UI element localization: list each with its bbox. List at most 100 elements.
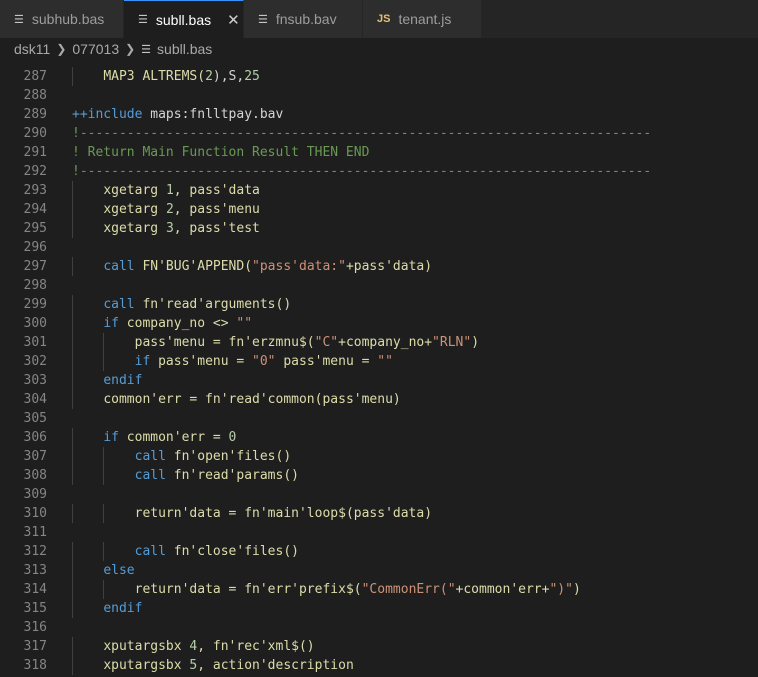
code-line[interactable]: 316 (0, 618, 758, 637)
code-line[interactable]: 297 call FN'BUG'APPEND("pass'data:"+pass… (0, 257, 758, 276)
code-token: , action'description (197, 658, 354, 673)
code-text: call fn'read'arguments() (47, 295, 758, 314)
code-token: , pass'data (173, 183, 260, 198)
code-line[interactable]: 300 if company_no <> "" (0, 314, 758, 333)
code-token: endif (103, 373, 143, 388)
code-line[interactable]: 310 return'data = fn'main'loop$(pass'dat… (0, 504, 758, 523)
code-line[interactable]: 293 xgetarg 1, pass'data (0, 181, 758, 200)
code-token: 0 (228, 430, 237, 445)
code-line[interactable]: 307 call fn'open'files() (0, 447, 758, 466)
close-icon[interactable]: ✕ (227, 11, 240, 29)
code-token: "C" (314, 335, 339, 350)
code-line[interactable]: 314 return'data = fn'err'prefix$("Common… (0, 580, 758, 599)
code-token: maps:fnlltpay.bav (142, 107, 284, 122)
code-token: 2 (165, 202, 174, 217)
chevron-right-icon: ❯ (56, 42, 67, 56)
code-line[interactable]: 287 MAP3 ALTREMS(2),S,25 (0, 67, 758, 86)
code-line[interactable]: 318 xputargsbx 5, action'description (0, 656, 758, 675)
code-token: call (103, 259, 143, 274)
code-token: ) (471, 335, 480, 350)
line-number: 317 (23, 639, 47, 654)
breadcrumb-item-dsk11[interactable]: dsk11 (14, 41, 50, 57)
code-text: call fn'close'files() (47, 542, 758, 561)
code-line[interactable]: 295 xgetarg 3, pass'test (0, 219, 758, 238)
code-line[interactable]: 294 xgetarg 2, pass'menu (0, 200, 758, 219)
code-line[interactable]: 292 !------------------------------------… (0, 162, 758, 181)
code-line[interactable]: 289 ++include maps:fnlltpay.bav (0, 105, 758, 124)
line-number: 303 (23, 373, 47, 388)
code-line[interactable]: 315 endif (0, 599, 758, 618)
indent-guide (72, 67, 73, 86)
tab-tenant[interactable]: JS tenant.js (363, 0, 482, 38)
line-number: 308 (23, 468, 47, 483)
indent-guide (72, 504, 73, 523)
chevron-right-icon: ❯ (125, 42, 136, 56)
code-token: if (103, 316, 127, 331)
breadcrumb-item-file[interactable]: subll.bas (157, 41, 212, 57)
code-line[interactable]: 296 (0, 238, 758, 257)
code-line[interactable]: 290 !------------------------------------… (0, 124, 758, 143)
code-token: else (103, 563, 135, 578)
line-number: 307 (23, 449, 47, 464)
line-number: 301 (23, 335, 47, 350)
lines-icon: ☰ (258, 13, 268, 26)
code-line[interactable]: 313 else (0, 561, 758, 580)
indent-guide (103, 447, 104, 466)
code-line[interactable]: 309 (0, 485, 758, 504)
code-line[interactable]: 301 pass'menu = fn'erzmnu$("C"+company_n… (0, 333, 758, 352)
code-token: ) (572, 582, 581, 597)
code-line[interactable]: 311 (0, 523, 758, 542)
code-line[interactable]: 303 endif (0, 371, 758, 390)
code-text: !---------------------------------------… (47, 124, 758, 143)
code-line[interactable]: 299 call fn'read'arguments() (0, 295, 758, 314)
code-token: "0" (252, 354, 276, 369)
code-token: 25 (244, 69, 260, 84)
indent-guide (72, 428, 73, 447)
tab-label: subll.bas (155, 11, 212, 28)
indent-guide (72, 200, 73, 219)
code-text: MAP3 ALTREMS(2),S,25 (47, 67, 758, 86)
code-token: ALTREMS( (134, 69, 206, 84)
code-text: xputargsbx 4, fn'rec'xml$() (47, 637, 758, 656)
code-line[interactable]: 317 xputargsbx 4, fn'rec'xml$() (0, 637, 758, 656)
code-editor[interactable]: 287 MAP3 ALTREMS(2),S,25 288 289 ++include … (0, 60, 758, 675)
code-text: ! Return Main Function Result THEN END (47, 143, 758, 162)
indent-guide (72, 314, 73, 333)
code-text: xgetarg 2, pass'menu (47, 200, 758, 219)
code-line[interactable]: 312 call fn'close'files() (0, 542, 758, 561)
tab-subll[interactable]: ☰ subll.bas ✕ (124, 0, 244, 38)
code-line[interactable]: 308 call fn'read'params() (0, 466, 758, 485)
code-token: company_no <> (126, 316, 237, 331)
tab-fnsub[interactable]: ☰ fnsub.bav (244, 0, 363, 38)
code-line[interactable]: 288 (0, 86, 758, 105)
code-line[interactable]: 302 if pass'menu = "0" pass'menu = "" (0, 352, 758, 371)
code-line[interactable]: 305 (0, 409, 758, 428)
indent-guide (103, 504, 104, 523)
code-text: ++include maps:fnlltpay.bav (47, 105, 758, 124)
tab-subhub[interactable]: ☰ subhub.bas (0, 0, 124, 38)
code-line[interactable]: 306 if common'err = 0 (0, 428, 758, 447)
line-number: 294 (23, 202, 47, 217)
line-number: 291 (23, 145, 47, 160)
code-line[interactable]: 291 ! Return Main Function Result THEN EN… (0, 143, 758, 162)
indent-guide (103, 580, 104, 599)
code-line[interactable]: 304 common'err = fn'read'common(pass'men… (0, 390, 758, 409)
line-number: 296 (23, 240, 47, 255)
code-token: xgetarg (103, 183, 166, 198)
breadcrumb-item-folder[interactable]: 077013 (72, 41, 119, 57)
code-token: "pass'data:" (252, 259, 346, 274)
code-token: "" (236, 316, 253, 331)
indent-guide (72, 656, 73, 675)
indent-guide (72, 181, 73, 200)
line-number: 299 (23, 297, 47, 312)
code-token: !---------------------------------------… (72, 126, 652, 141)
code-line[interactable]: 298 (0, 276, 758, 295)
code-token: MAP3 (103, 69, 135, 84)
code-token: xgetarg (103, 221, 166, 236)
code-token: call (134, 449, 174, 464)
code-text: if company_no <> "" (47, 314, 758, 333)
code-token: return'data = fn'main'loop$(pass'data) (134, 506, 433, 521)
code-token: , fn'rec'xml$() (197, 639, 315, 654)
